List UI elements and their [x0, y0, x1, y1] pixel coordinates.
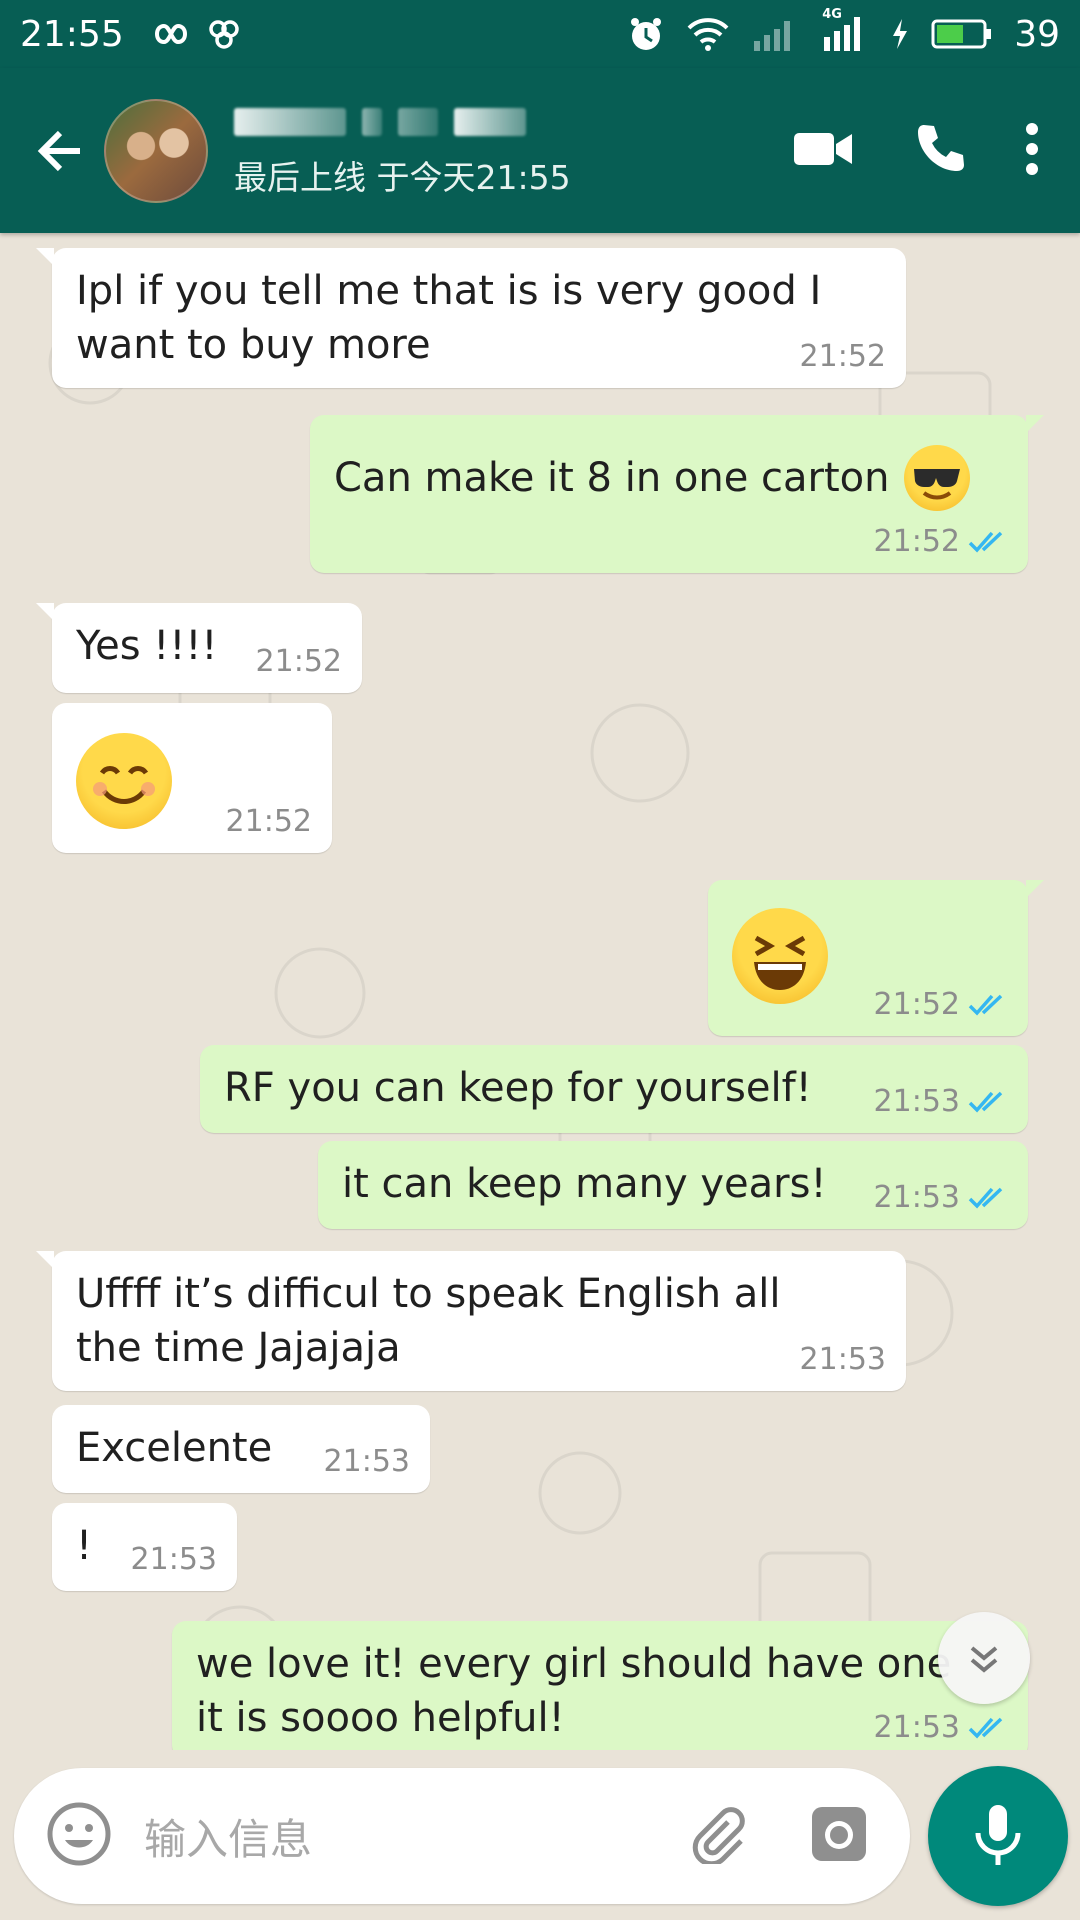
- message-text: it can keep many years!: [342, 1161, 827, 1207]
- message-text-line: the time Jajajaja: [76, 1325, 401, 1371]
- message-incoming[interactable]: ! 21:53: [52, 1503, 237, 1591]
- camera-icon: [812, 1807, 866, 1861]
- contact-avatar[interactable]: [104, 98, 208, 203]
- message-time: 21:52: [799, 339, 886, 374]
- message-text: Can make it 8 in one carton: [334, 455, 890, 501]
- infinity-icon: [146, 20, 190, 48]
- message-time: 21:52: [225, 804, 312, 839]
- mic-icon: [975, 1805, 1021, 1865]
- camera-button[interactable]: [808, 1803, 870, 1869]
- message-incoming[interactable]: Uffff it’s difficul to speak English all…: [36, 1251, 906, 1391]
- message-time: 21:52: [255, 644, 342, 679]
- charging-icon: [890, 17, 910, 51]
- double-check-icon: [968, 1187, 1003, 1209]
- voice-call-button[interactable]: [912, 121, 968, 181]
- video-call-button[interactable]: [792, 127, 856, 175]
- message-text-line: want to buy more: [76, 322, 431, 368]
- message-incoming[interactable]: Yes !!!! 21:52: [36, 603, 362, 693]
- grinning-squinting-face-icon: [732, 908, 828, 1004]
- signal-4g-icon: 4G: [820, 7, 870, 53]
- message-outgoing[interactable]: it can keep many years! 21:53: [318, 1141, 1028, 1229]
- message-outgoing[interactable]: Can make it 8 in one carton 21:52: [310, 415, 1044, 573]
- alarm-icon: [626, 14, 666, 54]
- back-arrow-icon: [37, 130, 80, 171]
- double-check-icon: [968, 1717, 1003, 1739]
- smiling-face-with-smiling-eyes-icon: [76, 733, 172, 829]
- more-options-button[interactable]: [1024, 121, 1040, 181]
- back-button[interactable]: [20, 125, 100, 177]
- message-time: 21:53: [799, 1342, 886, 1377]
- emoji-icon: [47, 1802, 111, 1866]
- message-time: 21:53: [873, 1084, 960, 1119]
- message-time: 21:53: [873, 1710, 960, 1745]
- double-check-icon: [968, 1091, 1003, 1113]
- message-incoming[interactable]: Excelente 21:53: [52, 1405, 430, 1493]
- contact-name-redacted: [234, 103, 571, 141]
- scroll-to-bottom-button[interactable]: [938, 1612, 1030, 1704]
- message-time: 21:53: [130, 1542, 217, 1577]
- message-text: Excelente: [76, 1425, 273, 1471]
- message-text-line: Ipl if you tell me that is is very good …: [76, 268, 822, 314]
- attach-button[interactable]: [688, 1804, 748, 1868]
- chat-header: 最后上线 于今天21:55: [0, 68, 1080, 233]
- message-outgoing[interactable]: 21:52: [708, 880, 1044, 1036]
- battery-icon: [930, 17, 994, 51]
- message-text: !: [76, 1523, 93, 1569]
- message-time: 21:52: [873, 987, 960, 1022]
- message-input[interactable]: 输入信息: [144, 1806, 688, 1867]
- smiling-face-with-sunglasses-icon: [903, 445, 970, 511]
- message-outgoing[interactable]: we love it! every girl should have one i…: [172, 1621, 1028, 1750]
- status-time: 21:55: [20, 13, 124, 55]
- status-bar: 21:55 4G 39: [0, 0, 1080, 68]
- message-list[interactable]: Ipl if you tell me that is is very good …: [0, 233, 1080, 1750]
- network-label: 4G: [822, 7, 842, 22]
- signal-weak-icon: [750, 15, 800, 53]
- link-icon: [204, 17, 244, 51]
- double-check-icon: [968, 994, 1003, 1016]
- message-text: Yes !!!!: [76, 623, 218, 669]
- wifi-icon: [686, 15, 730, 53]
- message-composer[interactable]: 输入信息: [14, 1768, 910, 1904]
- voice-call-icon: [918, 124, 964, 171]
- message-time: 21:53: [323, 1444, 410, 1479]
- more-options-icon: [1026, 122, 1038, 175]
- emoji-button[interactable]: [44, 1799, 114, 1873]
- attach-icon: [692, 1807, 745, 1867]
- message-time: 21:52: [873, 524, 960, 559]
- message-time: 21:53: [873, 1180, 960, 1215]
- message-incoming[interactable]: Ipl if you tell me that is is very good …: [36, 248, 906, 388]
- scroll-down-icon: [970, 1646, 998, 1673]
- double-check-icon: [968, 531, 1003, 553]
- message-outgoing[interactable]: RF you can keep for yourself! 21:53: [200, 1045, 1028, 1133]
- message-incoming[interactable]: 21:52: [52, 703, 332, 853]
- last-seen-status: 最后上线 于今天21:55: [234, 157, 571, 197]
- contact-info[interactable]: 最后上线 于今天21:55: [234, 103, 571, 199]
- video-call-icon: [794, 132, 852, 165]
- message-text-line: we love it! every girl should have one: [196, 1641, 952, 1687]
- battery-level: 39: [1014, 13, 1060, 55]
- message-text-line: Uffff it’s difficul to speak English all: [76, 1271, 781, 1317]
- message-text: RF you can keep for yourself!: [224, 1065, 812, 1111]
- voice-message-button[interactable]: [928, 1766, 1068, 1906]
